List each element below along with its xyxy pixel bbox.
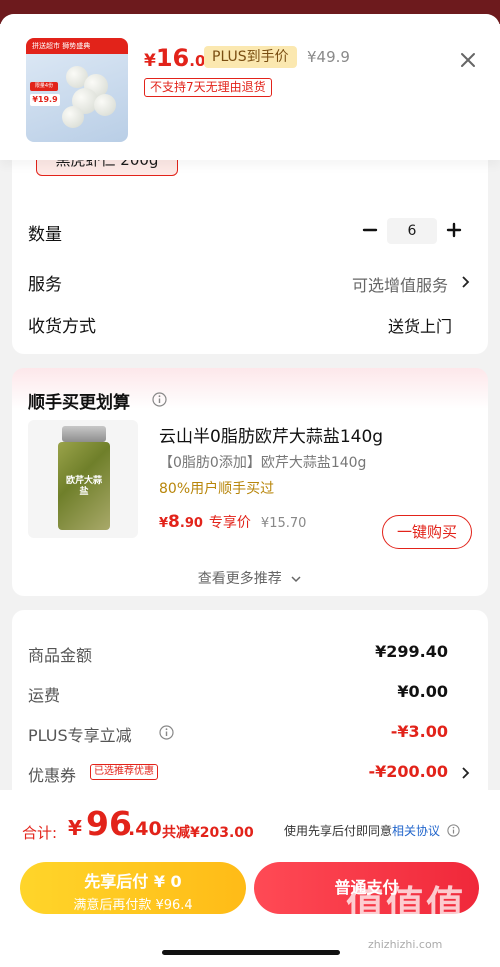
quantity-input[interactable]: 6 [387, 218, 437, 244]
summary-value[interactable]: -¥200.00 [368, 762, 448, 781]
one-click-buy-button[interactable]: 一键购买 [382, 515, 472, 549]
service-option[interactable]: 可选增值服务 [352, 272, 448, 296]
home-indicator[interactable] [162, 950, 340, 955]
no-return-tag: 不支持7天无理由退货 [144, 78, 272, 97]
original-price: ¥49.9 [307, 48, 350, 66]
info-icon[interactable] [152, 392, 167, 407]
close-icon[interactable] [458, 50, 478, 70]
price-label: 专享价 [208, 515, 251, 531]
recommend-card: 顺手买更划算 欧芹大蒜盐 云山半0脂肪欧芹大蒜盐140g 【0脂肪0添加】欧芹大… [12, 368, 488, 596]
total-amount: 96 [86, 804, 132, 843]
chevron-right-icon[interactable] [460, 275, 470, 289]
total-label: 合计: [22, 824, 58, 842]
watermark-logo: 值值值 [346, 883, 467, 927]
plus-icon[interactable] [444, 220, 464, 240]
total-currency: ¥ [68, 816, 82, 840]
info-icon[interactable] [447, 824, 460, 837]
delivery-label: 收货方式 [28, 317, 96, 337]
jar-label: 欧芹大蒜盐 [65, 476, 102, 497]
purchase-sheet: 拼送超市 狮势盛典 限量4份 ¥19.9 ¥ 16 .06 PLUS到手价 ¥4… [0, 14, 500, 967]
total-saving: 共减¥203.00 [162, 825, 254, 841]
quantity-label: 数量 [28, 225, 62, 245]
chevron-right-icon[interactable] [460, 766, 470, 780]
thumbnail-tag: 限量4份 [30, 82, 58, 91]
agreement-text: 使用先享后付即同意相关协议 [284, 822, 460, 839]
shrimp-image [62, 106, 84, 128]
delivery-value[interactable]: 送货上门 [388, 313, 452, 337]
product-original-price: ¥15.70 [260, 516, 307, 531]
watermark: zhizhizhi.com [368, 938, 443, 951]
shrimp-image [94, 94, 116, 116]
summary-value: ¥299.40 [375, 642, 448, 661]
product-name[interactable]: 云山半0脂肪欧芹大蒜盐140g [159, 422, 383, 447]
chevron-down-icon [291, 576, 301, 583]
product-note: 80%用户顺手买过 [159, 481, 275, 497]
agreement-link[interactable]: 相关协议 [392, 824, 440, 838]
price-summary-card: 商品金额 ¥299.40 运费 ¥0.00 PLUS专享立减 -¥3.00 优惠… [12, 610, 488, 820]
summary-value: ¥0.00 [397, 682, 448, 701]
summary-label: 运费 [28, 686, 61, 705]
pay-later-button[interactable]: 先享后付 ¥ 0 满意后再付款 ¥96.4 [20, 862, 246, 914]
minus-icon[interactable] [360, 220, 380, 240]
product-price: ¥ 8 .90 专享价 ¥15.70 [159, 512, 307, 532]
coupon-tag: 已选推荐优惠 [90, 764, 158, 780]
spec-card: 黑虎虾仁 200g 数量 6 服务 可选增值服务 收货方式 送货上门 [12, 134, 488, 354]
product-thumbnail: 拼送超市 狮势盛典 限量4份 ¥19.9 [26, 38, 128, 142]
thumbnail-banner: 拼送超市 狮势盛典 [26, 38, 128, 54]
recommend-title: 顺手买更划算 [28, 393, 130, 413]
product-image[interactable]: 欧芹大蒜盐 [28, 420, 138, 538]
jar-cap [62, 426, 106, 442]
product-description: 【0脂肪0添加】欧芹大蒜盐140g [159, 455, 367, 471]
summary-value: -¥3.00 [390, 722, 448, 741]
thumbnail-price-tag: ¥19.9 [30, 94, 60, 106]
more-recommend-link[interactable]: 查看更多推荐 [12, 568, 488, 588]
total-decimal: .40 [128, 818, 162, 840]
summary-label: 优惠券 [28, 766, 77, 785]
plus-price-badge: PLUS到手价 [204, 46, 297, 68]
summary-label: PLUS专享立减 [28, 726, 132, 745]
jar-body: 欧芹大蒜盐 [58, 442, 110, 530]
checkout-bar: 合计: ¥ 96 .40 共减¥203.00 使用先享后付即同意相关协议 先享后… [0, 790, 500, 967]
service-label: 服务 [28, 275, 62, 295]
summary-label: 商品金额 [28, 646, 93, 665]
product-header: 拼送超市 狮势盛典 限量4份 ¥19.9 ¥ 16 .06 PLUS到手价 ¥4… [0, 14, 500, 160]
info-icon[interactable] [159, 725, 174, 740]
